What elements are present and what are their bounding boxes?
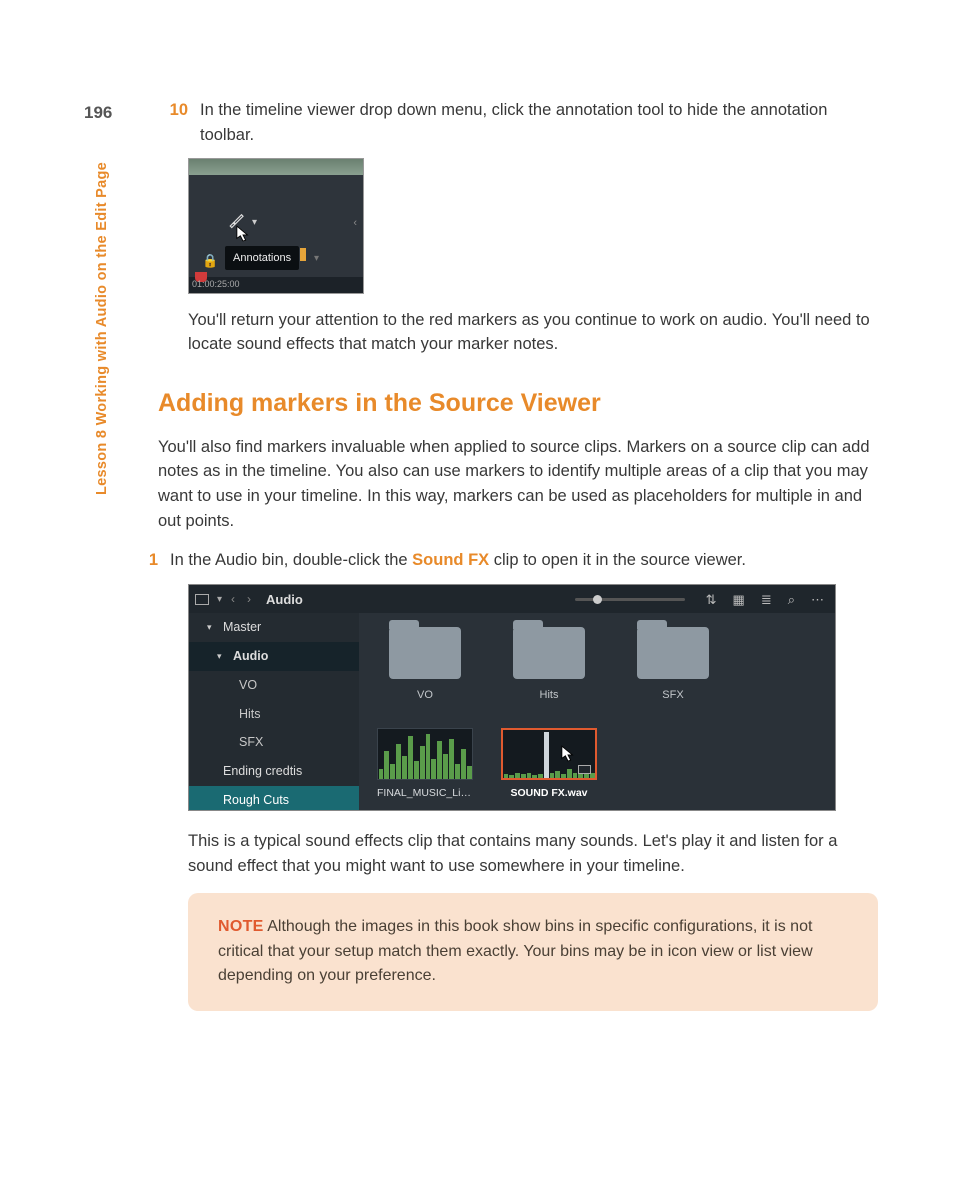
tree-label: Master [223,618,261,637]
viewer-strip [189,159,363,175]
clip-label: SOUND FX.wav [501,786,597,802]
chevron-down-icon: ▾ [252,215,257,230]
screenshot-annotation-toolbar: ▾ ‹ 🔒 Annotations ▾ 01:00:25:00 [188,158,364,294]
note-label: NOTE [218,918,264,935]
text-fragment: In the Audio bin, double-click the [170,551,412,569]
step-number: 1 [128,548,158,573]
annotation-tooltip: Annotations [225,246,299,271]
tree-node-rough-cuts: Rough Cuts [189,786,359,812]
section-intro: You'll also find markers invaluable when… [158,435,878,534]
tree-label: Audio [233,647,268,666]
step-1: 1 In the Audio bin, double-click the Sou… [158,548,878,573]
screenshot-media-pool: ▾ ‹ › Audio ⇅ ▦ ≣ ⌕ ⋯ ▾Master ▾Audio VO … [188,584,836,811]
bin-clip-soundfx: SOUND FX.wav [501,728,597,802]
text-fragment: clip to open it in the source viewer. [489,551,746,569]
page-content: 10 In the timeline viewer drop down menu… [158,98,878,1011]
folder-label: VO [377,687,473,704]
caret-down-icon: ▾ [217,650,227,664]
section-heading: Adding markers in the Source Viewer [158,385,878,423]
bin-folder-sfx: SFX [625,627,721,704]
sort-icon: ⇅ [701,590,722,610]
panel-layout-icon [195,594,209,605]
paragraph: This is a typical sound effects clip tha… [188,829,878,879]
waveform-thumb [377,728,473,780]
lesson-side-label: Lesson 8 Working with Audio on the Edit … [92,162,114,495]
bin-tree: ▾ Master ▾ Audio VO Hits SFX Ending credti… [189,613,359,811]
step-10: 10 In the timeline viewer drop down menu… [158,98,878,148]
caret-down-icon: ▾ [207,621,217,635]
nav-back-icon: ‹ [228,590,238,608]
bin-folder-hits: Hits [501,627,597,704]
clip-badge-icon [578,765,591,774]
folder-icon [389,627,461,679]
bin-topbar: ▾ ‹ › Audio ⇅ ▦ ≣ ⌕ ⋯ [189,585,835,613]
breadcrumb: Audio [266,590,303,610]
bin-grid: VO Hits SFX FINAL_MUSIC_Living. [359,613,835,811]
search-icon: ⌕ [783,590,800,610]
clip-label: FINAL_MUSIC_Living... [377,786,473,802]
chevron-left-icon: ‹ [353,215,357,232]
tree-node-hits: Hits [189,700,359,729]
waveform-thumb-selected [501,728,597,780]
sound-fx-label: Sound FX [412,551,489,569]
step-text: In the timeline viewer drop down menu, c… [188,98,878,148]
folder-label: SFX [625,687,721,704]
tree-node-sfx: SFX [189,728,359,757]
thumbnail-size-slider [575,598,685,601]
tree-node-vo: VO [189,671,359,700]
lock-icon: 🔒 [202,251,218,271]
step-number: 10 [158,98,188,148]
slider-knob [593,595,602,604]
tree-node-ending: Ending credtis [189,757,359,786]
tree-node-master: ▾ Master [189,613,359,642]
bin-clip-music: FINAL_MUSIC_Living... [377,728,473,802]
paragraph: You'll return your attention to the red … [188,308,878,358]
note-text: Although the images in this book show bi… [218,918,813,985]
more-icon: ⋯ [806,590,829,610]
page-number: 196 [84,100,112,126]
folder-label: Hits [501,687,597,704]
folder-icon [637,627,709,679]
tree-node-audio: ▾ Audio [189,642,359,671]
chevron-down-icon: ▾ [314,251,319,266]
marker-pin-icon [300,248,306,261]
nav-forward-icon: › [244,590,254,608]
step-text: In the Audio bin, double-click the Sound… [158,548,878,573]
list-view-icon: ≣ [756,590,777,610]
timecode-label: 01:00:25:00 [192,278,240,292]
grid-view-icon: ▦ [728,590,750,610]
chevron-down-icon: ▾ [217,592,222,607]
folder-icon [513,627,585,679]
waveform-bars [378,729,472,779]
bin-folder-vo: VO [377,627,473,704]
note-box: NOTE Although the images in this book sh… [188,893,878,1011]
cursor-icon [561,745,575,771]
